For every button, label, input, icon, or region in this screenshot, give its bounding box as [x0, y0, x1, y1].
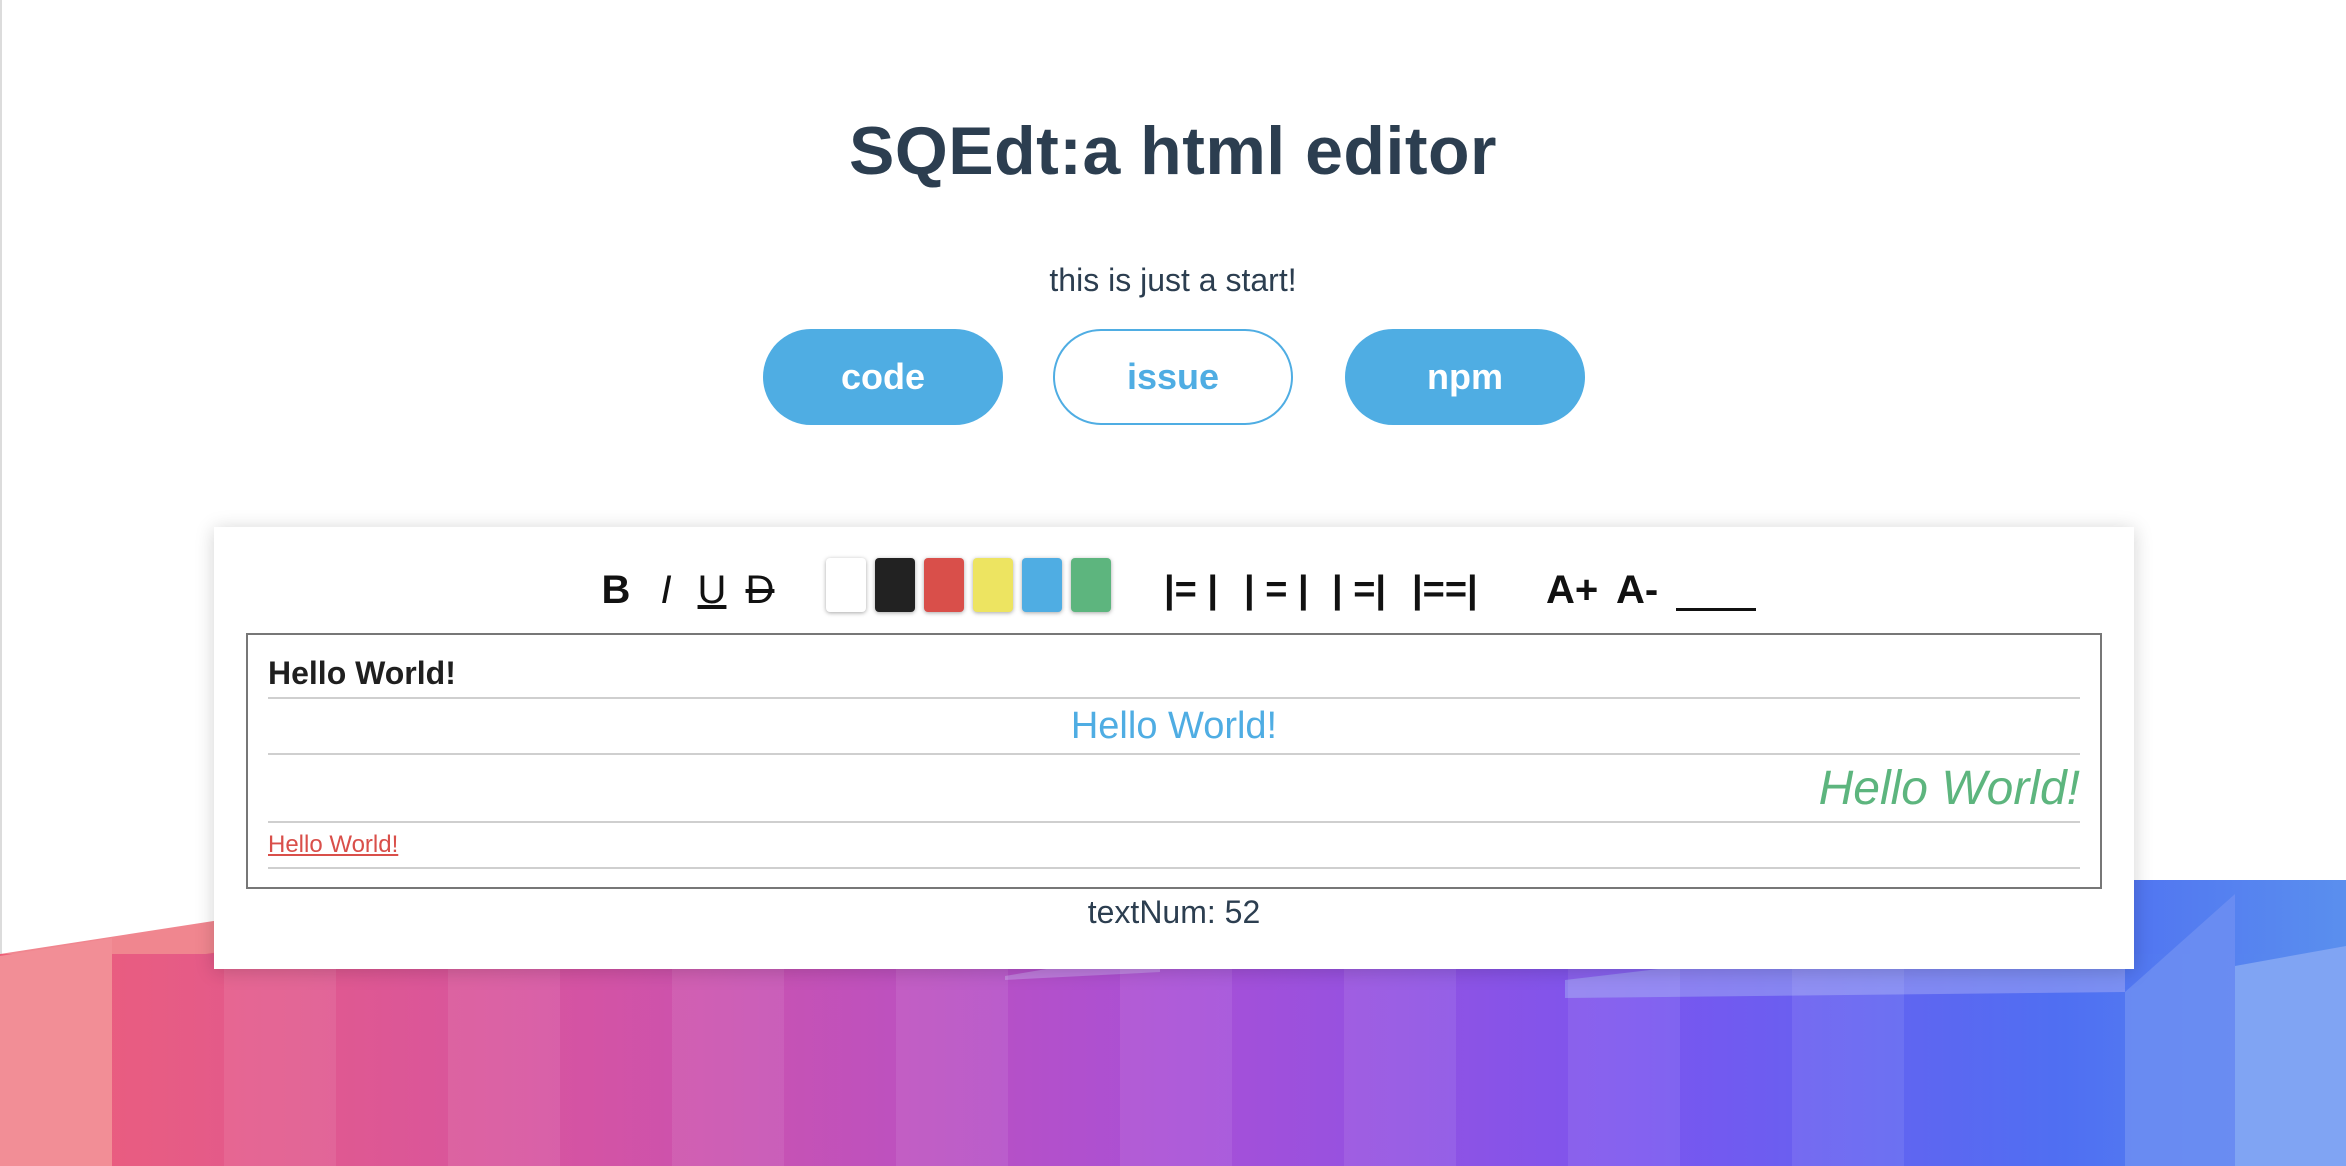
strikethrough-button[interactable]: D [738, 557, 782, 623]
font-size-increase-button[interactable]: A+ [1546, 557, 1598, 623]
align-justify-button[interactable]: |==| [1412, 557, 1478, 623]
editor-content-area[interactable]: Hello World! Hello World! Hello World! H… [246, 633, 2102, 889]
color-swatch-green[interactable] [1071, 558, 1111, 612]
editor-line-italic-right[interactable]: Hello World! [268, 755, 2080, 823]
color-swatch-blue[interactable] [1022, 558, 1062, 612]
color-swatch-black[interactable] [875, 558, 915, 612]
align-center-button[interactable]: | = | [1244, 557, 1309, 623]
page-subtitle: this is just a start! [1049, 262, 1297, 298]
editor-card: B I U D |= | | = | | =| |==| A+ A- Hello… [214, 527, 2134, 969]
align-right-button[interactable]: | =| [1332, 557, 1386, 623]
editor-line-underline[interactable]: Hello World! [268, 823, 2080, 869]
editor-line-center[interactable]: Hello World! [268, 699, 2080, 755]
font-size-decrease-button[interactable]: A- [1616, 557, 1658, 623]
bold-button[interactable]: B [594, 557, 638, 623]
issue-link-button[interactable]: issue [1053, 329, 1293, 425]
color-swatch-yellow[interactable] [973, 558, 1013, 612]
text-count-status: textNum: 52 [1087, 894, 1261, 930]
horizontal-rule-icon[interactable] [1676, 608, 1756, 611]
color-swatch-red[interactable] [924, 558, 964, 612]
color-swatch-white[interactable] [826, 558, 866, 612]
code-link-button[interactable]: code [763, 329, 1003, 425]
align-left-button[interactable]: |= | [1164, 557, 1218, 623]
npm-link-button[interactable]: npm [1345, 329, 1585, 425]
underline-button[interactable]: U [690, 557, 734, 623]
italic-button[interactable]: I [648, 557, 684, 623]
editor-line-bold[interactable]: Hello World! [268, 649, 2080, 699]
page-title: SQEdt:a html editor [849, 113, 1497, 189]
